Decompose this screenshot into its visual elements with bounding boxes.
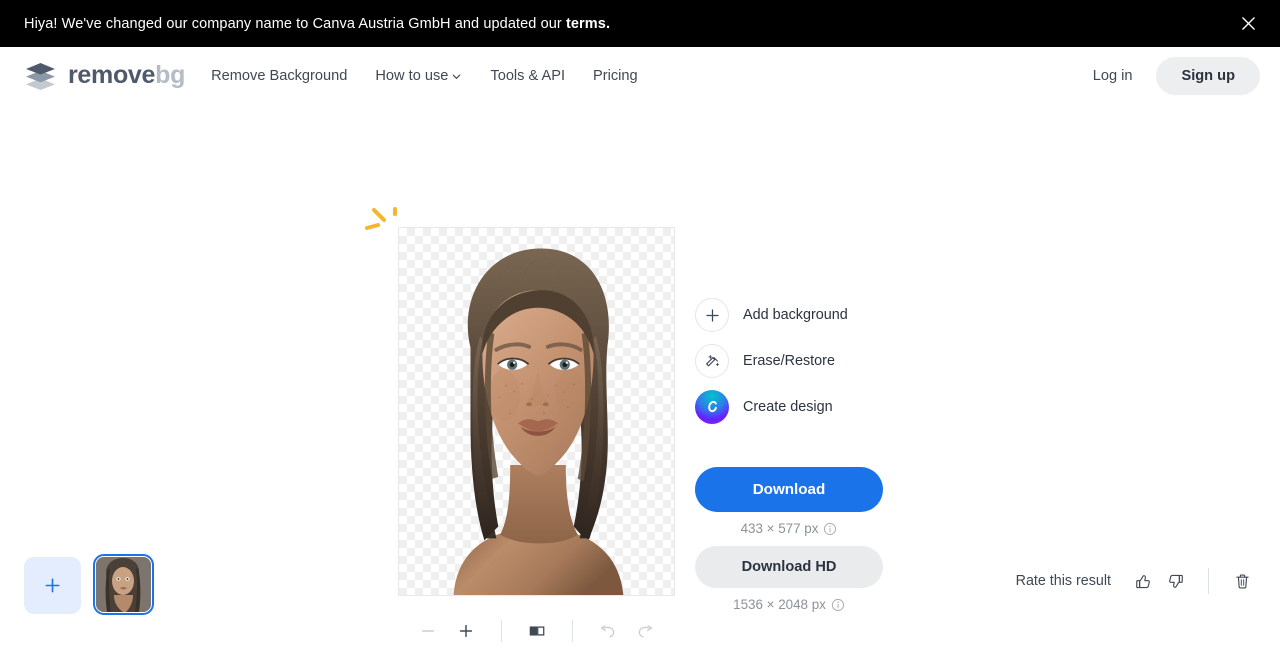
- nav-label: How to use: [375, 67, 449, 84]
- nav-label: Pricing: [593, 67, 638, 84]
- cutout-portrait-image: [453, 248, 624, 595]
- trash-icon: [1235, 573, 1249, 589]
- login-link[interactable]: Log in: [1083, 60, 1143, 92]
- thumbs-up-button[interactable]: [1127, 565, 1159, 597]
- signup-button[interactable]: Sign up: [1156, 56, 1260, 95]
- thumbnail-portrait-image: [96, 557, 151, 612]
- edit-actions-panel: Add background Erase/Restore Create desi…: [695, 298, 885, 436]
- add-image-button[interactable]: [24, 557, 81, 614]
- image-thumbnail-strip: [24, 554, 154, 615]
- rate-result-label: Rate this result: [1015, 573, 1111, 589]
- thumbs-up-icon: [1135, 574, 1150, 588]
- thumbs-down-button[interactable]: [1159, 565, 1191, 597]
- announcement-banner: Hiya! We've changed our company name to …: [0, 0, 1280, 47]
- banner-terms-link[interactable]: terms.: [566, 16, 610, 32]
- logo-primary-text: remove: [68, 61, 156, 89]
- image-canvas-container[interactable]: [398, 227, 675, 596]
- nav-item-remove-background[interactable]: Remove Background: [211, 68, 347, 84]
- banner-close-button[interactable]: [1234, 10, 1262, 38]
- header-account-actions: Log in Sign up: [1083, 56, 1260, 95]
- canva-logo-icon: [695, 390, 729, 424]
- logo-secondary-text: bg: [155, 61, 186, 89]
- bottom-bar: Rate this result: [0, 554, 1280, 661]
- close-icon: [1241, 17, 1255, 30]
- nav-item-pricing[interactable]: Pricing: [593, 68, 638, 84]
- download-dimensions: 433 × 577 px: [740, 521, 819, 536]
- nav-item-how-to-use[interactable]: How to use: [375, 68, 462, 84]
- nav-label: Remove Background: [211, 67, 348, 84]
- logo-wordmark: removebg: [68, 63, 185, 88]
- layers-logo-icon: [26, 62, 55, 90]
- editor-main: Add background Erase/Restore Create desi…: [0, 104, 1280, 661]
- nav-label: Tools & API: [490, 67, 566, 84]
- plus-icon: [45, 578, 60, 593]
- banner-message: Hiya! We've changed our company name to …: [24, 16, 610, 32]
- rate-result-area: Rate this result: [1016, 565, 1258, 597]
- add-background-label: Add background: [743, 307, 848, 323]
- create-design-action[interactable]: Create design: [695, 390, 885, 424]
- add-background-action[interactable]: Add background: [695, 298, 885, 332]
- erase-restore-action[interactable]: Erase/Restore: [695, 344, 885, 378]
- create-design-label: Create design: [743, 399, 833, 415]
- main-navigation: Remove Background How to use Tools & API…: [211, 68, 638, 84]
- download-dimensions-row: 433 × 577 px: [695, 512, 883, 546]
- plus-icon: [695, 298, 729, 332]
- banner-message-text: Hiya! We've changed our company name to …: [24, 15, 566, 32]
- bottom-divider: [1208, 568, 1209, 594]
- thumbs-down-icon: [1168, 574, 1183, 588]
- image-thumbnail-selected[interactable]: [93, 554, 154, 615]
- download-button[interactable]: Download: [695, 467, 883, 512]
- site-header: removebg Remove Background How to use To…: [0, 47, 1280, 104]
- magic-wand-icon: [695, 344, 729, 378]
- transparency-checkerboard: [398, 227, 675, 596]
- info-icon[interactable]: [823, 522, 837, 536]
- erase-restore-label: Erase/Restore: [743, 353, 835, 369]
- chevron-down-icon: [453, 74, 461, 79]
- delete-image-button[interactable]: [1226, 565, 1258, 597]
- nav-item-tools-api[interactable]: Tools & API: [490, 68, 565, 84]
- logo-home-link[interactable]: removebg: [24, 62, 185, 90]
